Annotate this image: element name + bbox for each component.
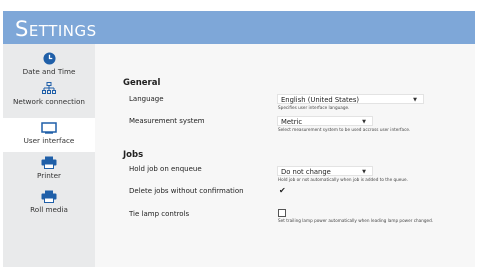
roll-printer-icon xyxy=(41,190,57,203)
sidebar-item-label: User interface xyxy=(23,136,75,145)
sidebar-item-printer[interactable]: Printer xyxy=(3,156,95,184)
language-label: Language xyxy=(129,95,164,103)
sidebar-item-label: Roll media xyxy=(30,205,68,214)
measurement-label: Measurement system xyxy=(129,117,205,125)
delete-jobs-label: Delete jobs without confirmation xyxy=(129,187,244,195)
hold-job-hint: Hold job or not automatically when job i… xyxy=(278,177,408,182)
language-select[interactable]: English (United States) ▼ xyxy=(277,94,424,104)
settings-panel: General Language English (United States)… xyxy=(95,44,475,267)
measurement-value: Metric xyxy=(281,118,303,126)
hold-job-label: Hold job on enqueue xyxy=(129,165,202,173)
section-title-jobs: Jobs xyxy=(123,150,144,160)
hold-job-select[interactable]: Do not change ▼ xyxy=(277,166,373,176)
language-hint: Specifies user interface language. xyxy=(278,105,350,110)
sidebar-item-label: Network connection xyxy=(13,97,85,106)
monitor-icon xyxy=(41,122,57,134)
chevron-down-icon: ▼ xyxy=(362,169,366,175)
sidebar-item-label: Date and Time xyxy=(22,67,76,76)
network-icon xyxy=(42,82,56,94)
tie-lamp-checkbox[interactable] xyxy=(278,209,286,217)
delete-jobs-checkbox[interactable]: ✔ xyxy=(279,186,286,195)
sidebar: Date and Time Network connection User in… xyxy=(3,44,95,267)
chevron-down-icon: ▼ xyxy=(413,97,417,103)
chevron-down-icon: ▼ xyxy=(362,119,366,125)
sidebar-item-user-interface[interactable]: User interface xyxy=(3,118,95,152)
measurement-hint: Select measurement system to be used acc… xyxy=(278,127,411,132)
hold-job-value: Do not change xyxy=(281,168,331,176)
page-title: Settings xyxy=(15,17,97,41)
tie-lamp-label: Tie lamp controls xyxy=(129,210,190,218)
printer-icon xyxy=(41,156,57,169)
title-bar: Settings xyxy=(3,11,475,44)
sidebar-item-roll-media[interactable]: Roll media xyxy=(3,190,95,218)
measurement-select[interactable]: Metric ▼ xyxy=(277,116,373,126)
section-title-general: General xyxy=(123,78,161,88)
sidebar-item-network-connection[interactable]: Network connection xyxy=(3,82,95,118)
clock-icon xyxy=(42,52,56,65)
sidebar-item-label: Printer xyxy=(37,171,61,180)
tie-lamp-hint: Set trailing lamp power automatically wh… xyxy=(278,218,434,223)
language-value: English (United States) xyxy=(281,96,360,104)
